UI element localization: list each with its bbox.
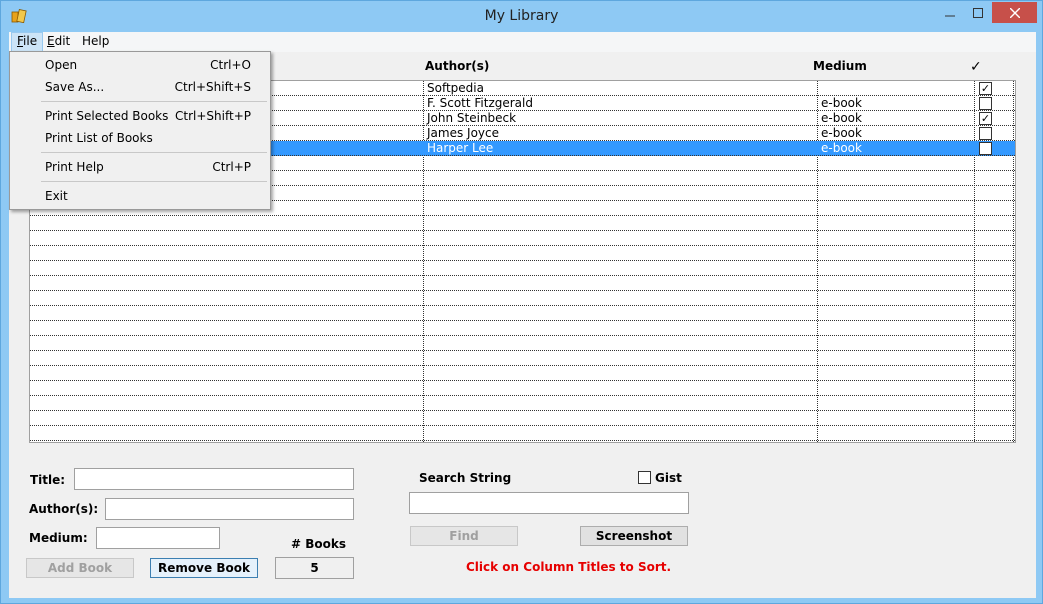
column-header-author[interactable]: Author(s) xyxy=(425,59,489,77)
menu-save-as[interactable]: Save As... Ctrl+Shift+S xyxy=(12,77,268,97)
maximize-button[interactable] xyxy=(965,2,991,23)
cell-author[interactable]: Softpedia xyxy=(424,81,818,96)
menu-print-help-label: Print Help xyxy=(45,160,104,174)
row-checkbox[interactable]: ✓ xyxy=(979,112,992,125)
cell-medium[interactable]: e-book xyxy=(818,126,975,141)
menu-edit-rest: dit xyxy=(54,34,71,48)
cell-author[interactable]: James Joyce xyxy=(424,126,818,141)
menu-file-rest: ile xyxy=(23,34,38,48)
cell-check: ✓ xyxy=(975,81,1015,96)
cell-check xyxy=(975,96,1015,111)
menu-print-selected[interactable]: Print Selected Books Ctrl+Shift+P xyxy=(12,106,268,126)
menu-help[interactable]: Help xyxy=(77,32,114,52)
medium-label: Medium: xyxy=(29,531,88,545)
maximize-icon xyxy=(973,7,983,18)
search-string-label: Search String xyxy=(419,471,512,485)
cell-check: ✓ xyxy=(975,111,1015,126)
screenshot-button[interactable]: Screenshot xyxy=(580,526,688,546)
table-row[interactable] xyxy=(30,306,1015,321)
menu-open[interactable]: Open Ctrl+O xyxy=(12,55,268,75)
menu-file[interactable]: File xyxy=(11,32,44,52)
menu-print-selected-label: Print Selected Books xyxy=(45,109,169,123)
column-header-check[interactable]: ✓ xyxy=(970,59,982,77)
cell-medium[interactable]: e-book xyxy=(818,111,975,126)
table-row[interactable] xyxy=(30,411,1015,426)
menu-open-label: Open xyxy=(45,58,78,72)
menu-bar: File Edit Help xyxy=(9,32,1036,52)
title-label: Title: xyxy=(30,473,66,487)
search-input[interactable] xyxy=(409,492,689,514)
table-row[interactable] xyxy=(30,321,1015,336)
find-button[interactable]: Find xyxy=(410,526,518,546)
cell-author[interactable]: F. Scott Fitzgerald xyxy=(424,96,818,111)
menu-edit-accel: E xyxy=(47,34,55,48)
menu-save-as-label: Save As... xyxy=(45,80,105,94)
cell-check xyxy=(975,141,1015,156)
table-row[interactable] xyxy=(30,366,1015,381)
cell-medium[interactable] xyxy=(818,81,975,96)
table-row[interactable] xyxy=(30,261,1015,276)
cell-check xyxy=(975,126,1015,141)
minimize-icon xyxy=(945,15,955,16)
menu-separator xyxy=(41,101,267,102)
menu-open-shortcut: Ctrl+O xyxy=(210,58,251,72)
app-window: My Library File Edit Help Author(s) Medi… xyxy=(0,0,1043,604)
close-button[interactable] xyxy=(992,2,1037,23)
menu-print-help-shortcut: Ctrl+P xyxy=(212,160,251,174)
gist-checkbox[interactable] xyxy=(638,471,651,484)
gist-label: Gist xyxy=(655,471,682,485)
table-row[interactable] xyxy=(30,231,1015,246)
books-count: 5 xyxy=(275,557,354,579)
row-checkbox[interactable]: ✓ xyxy=(979,82,992,95)
medium-input[interactable] xyxy=(96,527,220,549)
menu-save-as-shortcut: Ctrl+Shift+S xyxy=(174,80,251,94)
table-row[interactable] xyxy=(30,381,1015,396)
title-input[interactable] xyxy=(74,468,354,490)
table-row[interactable] xyxy=(30,426,1015,441)
row-checkbox[interactable] xyxy=(979,127,992,140)
client-area: File Edit Help Author(s) Medium ✓ Softpe… xyxy=(9,32,1036,598)
table-row[interactable] xyxy=(30,291,1015,306)
table-row[interactable] xyxy=(30,336,1015,351)
author-label: Author(s): xyxy=(29,502,99,516)
column-header-medium[interactable]: Medium xyxy=(813,59,867,77)
menu-print-help[interactable]: Print Help Ctrl+P xyxy=(12,157,268,177)
cell-medium[interactable]: e-book xyxy=(818,96,975,111)
title-bar[interactable]: My Library xyxy=(1,1,1042,32)
table-row[interactable] xyxy=(30,246,1015,261)
menu-exit-label: Exit xyxy=(45,189,68,203)
menu-separator xyxy=(41,181,267,182)
menu-print-list-label: Print List of Books xyxy=(45,131,153,145)
cell-medium[interactable]: e-book xyxy=(818,141,975,156)
close-icon xyxy=(1009,7,1020,18)
remove-book-button[interactable]: Remove Book xyxy=(150,558,258,578)
menu-exit[interactable]: Exit xyxy=(12,186,268,206)
table-row[interactable] xyxy=(30,216,1015,231)
add-book-button[interactable]: Add Book xyxy=(26,558,134,578)
file-menu-dropdown: Open Ctrl+O Save As... Ctrl+Shift+S Print … xyxy=(9,51,271,210)
minimize-button[interactable] xyxy=(936,2,964,23)
menu-print-list[interactable]: Print List of Books xyxy=(12,128,268,148)
table-row[interactable] xyxy=(30,276,1015,291)
menu-separator xyxy=(41,152,267,153)
menu-print-selected-shortcut: Ctrl+Shift+P xyxy=(175,109,251,123)
table-row[interactable] xyxy=(30,351,1015,366)
row-checkbox[interactable] xyxy=(979,97,992,110)
row-checkbox[interactable] xyxy=(979,142,992,155)
menu-edit[interactable]: Edit xyxy=(42,32,75,52)
cell-author[interactable]: Harper Lee xyxy=(424,141,818,156)
author-input[interactable] xyxy=(105,498,354,520)
books-count-label: # Books xyxy=(291,537,346,551)
window-title: My Library xyxy=(484,8,559,24)
table-row[interactable] xyxy=(30,396,1015,411)
cell-author[interactable]: John Steinbeck xyxy=(424,111,818,126)
sort-hint: Click on Column Titles to Sort. xyxy=(466,560,672,574)
